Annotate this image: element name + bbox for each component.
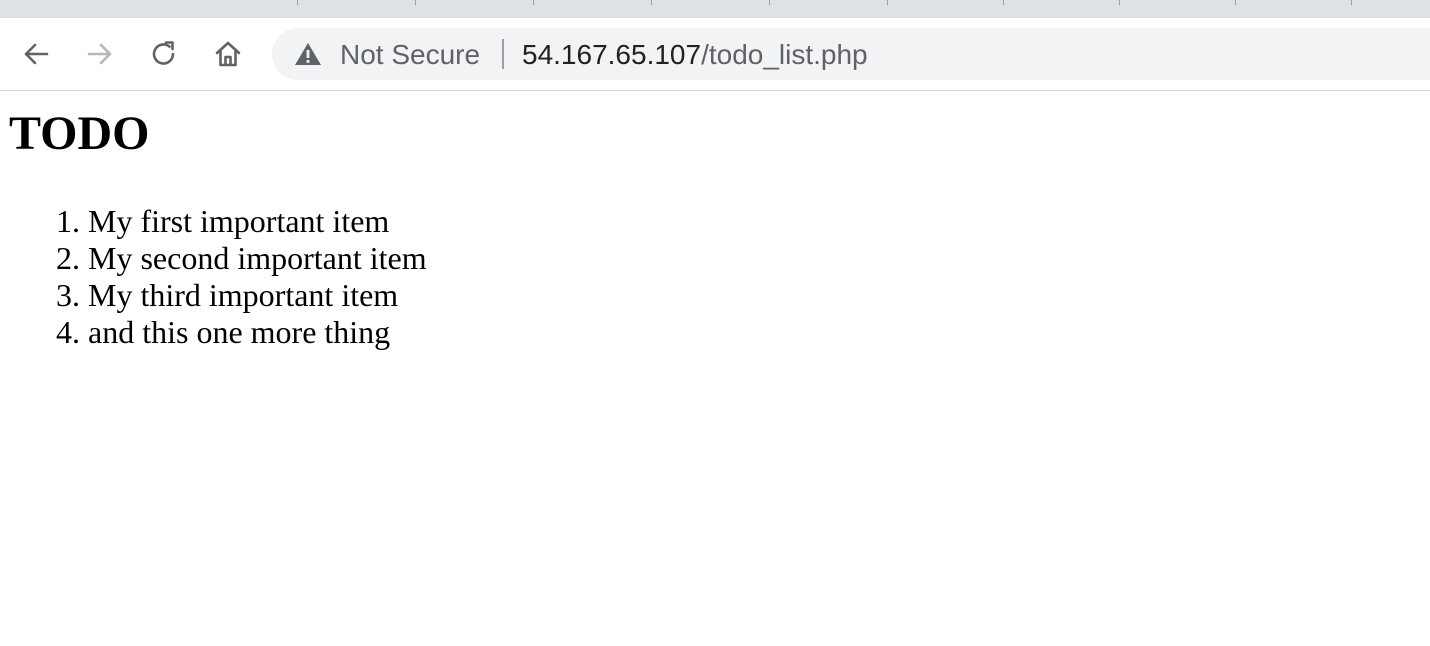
warning-triangle-icon[interactable] — [294, 42, 322, 66]
back-button[interactable] — [16, 34, 56, 74]
tab-separator — [1235, 0, 1236, 5]
url-host: 54.167.65.107 — [522, 39, 702, 70]
tab-separator — [297, 0, 298, 5]
todo-item-text: My second important item — [88, 240, 427, 276]
tab-separator — [887, 0, 888, 5]
home-icon — [215, 41, 241, 67]
tab-separator — [1351, 0, 1352, 5]
url-divider — [502, 39, 504, 69]
tab-separator — [769, 0, 770, 5]
tab-separator — [1119, 0, 1120, 5]
todo-item-text: and this one more thing — [88, 314, 391, 350]
reload-icon — [152, 41, 175, 65]
tab-separator — [1003, 0, 1004, 5]
home-button[interactable] — [208, 34, 248, 74]
tab-strip — [0, 0, 1430, 18]
browser-toolbar: Not Secure 54.167.65.107/todo_list.php — [0, 18, 1430, 91]
page-title: TODO — [9, 107, 150, 160]
arrow-left-icon — [24, 43, 49, 65]
todo-item-text: My first important item — [88, 203, 390, 239]
tab-separator — [415, 0, 416, 5]
todo-item-text: My third important item — [88, 277, 399, 313]
address-bar[interactable]: Not Secure 54.167.65.107/todo_list.php — [272, 28, 1430, 80]
tab-separator — [651, 0, 652, 5]
forward-button[interactable] — [80, 34, 120, 74]
arrow-right-icon — [87, 43, 112, 65]
reload-button[interactable] — [144, 34, 184, 74]
url-text[interactable]: 54.167.65.107/todo_list.php — [522, 39, 868, 71]
page-content: TODO 1. My first important item 2. My se… — [0, 91, 1430, 646]
todo-item-number: 3. — [56, 277, 80, 313]
tab-separator — [533, 0, 534, 5]
todo-item-number: 1. — [56, 203, 80, 239]
todo-item-number: 2. — [56, 240, 80, 276]
url-path: /todo_list.php — [701, 39, 868, 70]
todo-item-number: 4. — [56, 314, 80, 350]
security-status-label[interactable]: Not Secure — [340, 39, 480, 71]
